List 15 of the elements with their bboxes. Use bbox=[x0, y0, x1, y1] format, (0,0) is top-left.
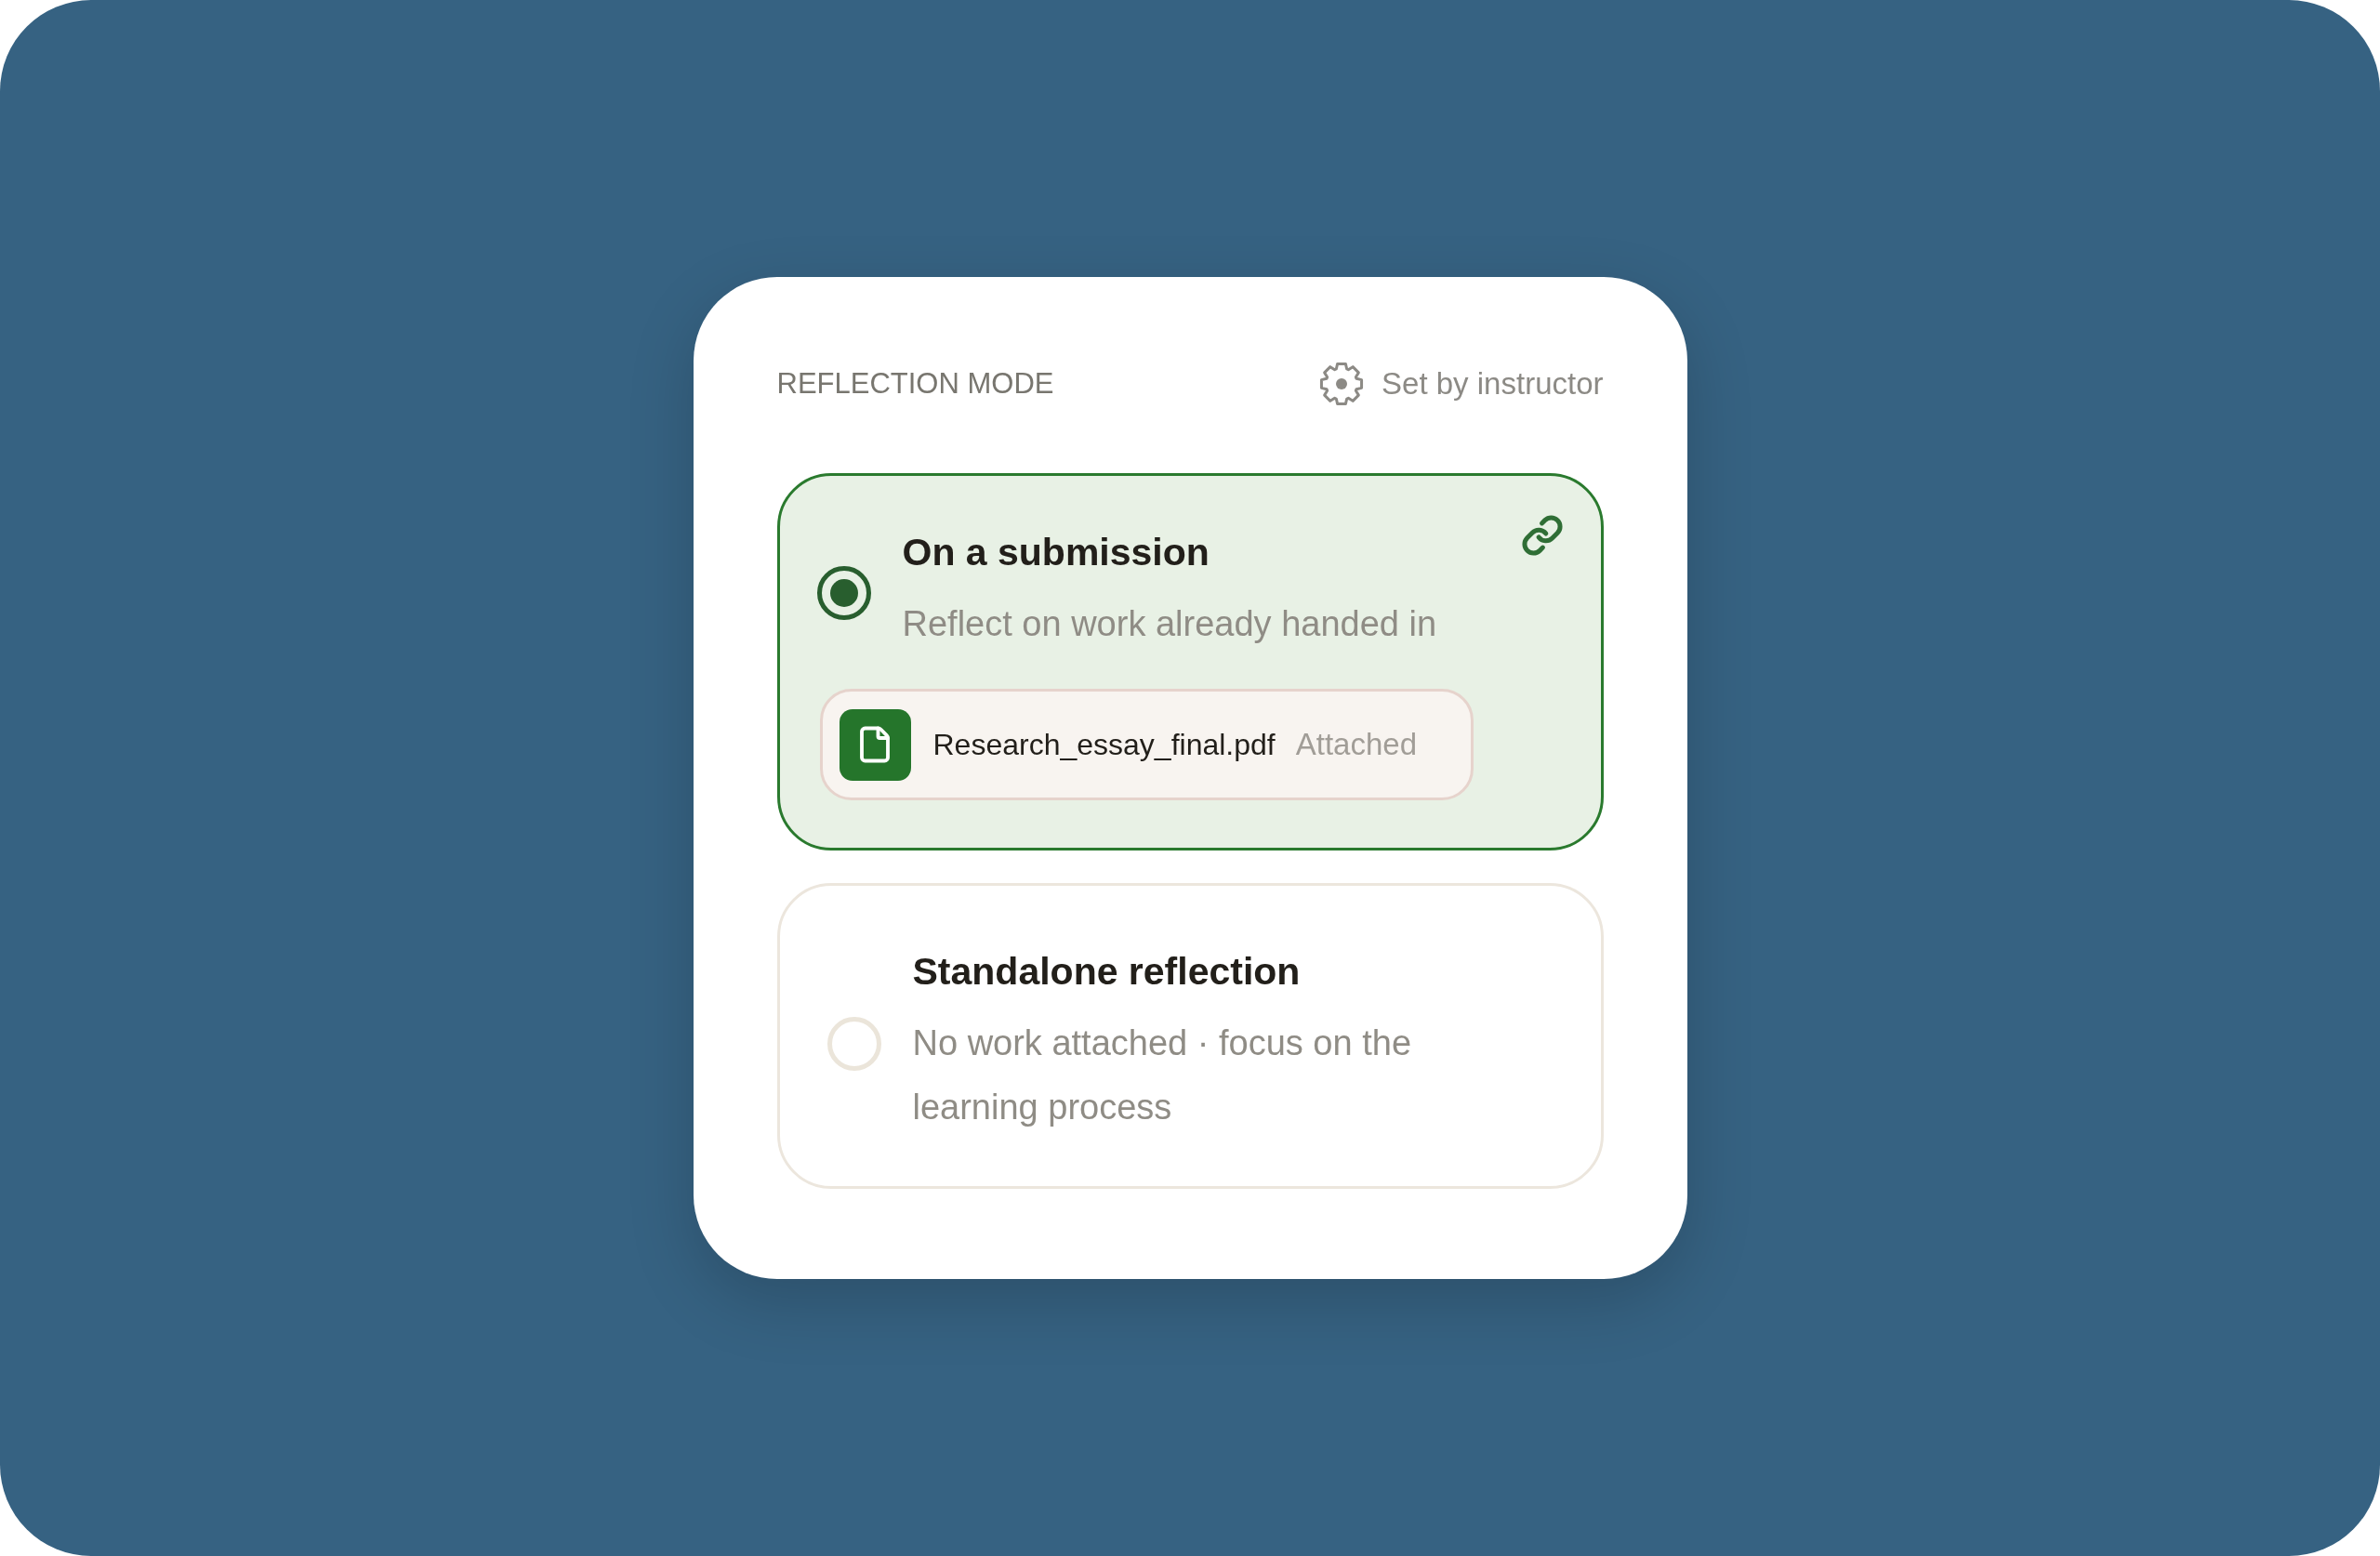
option-card[interactable]: Standalone reflection No work attached · focus on the learning process bbox=[776, 883, 1604, 1189]
option-description: No work attached · focus on the learning process bbox=[912, 1022, 1412, 1128]
settings-icon bbox=[1318, 361, 1366, 407]
file-icon bbox=[839, 708, 911, 781]
attachment-chip[interactable]: Research_essay_final.pdf Attached bbox=[819, 689, 1474, 800]
option-description: Reflect on work already handed in bbox=[902, 603, 1438, 645]
section-title: REFLECTION MODE bbox=[776, 365, 1054, 402]
file-name: Research_essay_final.pdf bbox=[932, 727, 1276, 763]
option-card[interactable]: On a submission Reflect on work already handed in Research_essay_final.pdf Attached bbox=[776, 473, 1604, 851]
instructor-note: Set by instructor bbox=[1382, 365, 1604, 403]
radio-button[interactable] bbox=[816, 565, 871, 620]
option-title: On a submission bbox=[902, 530, 1210, 575]
attachment-status: Attached bbox=[1295, 726, 1417, 764]
option-title: Standalone reflection bbox=[912, 949, 1302, 995]
link-icon bbox=[1520, 514, 1564, 557]
